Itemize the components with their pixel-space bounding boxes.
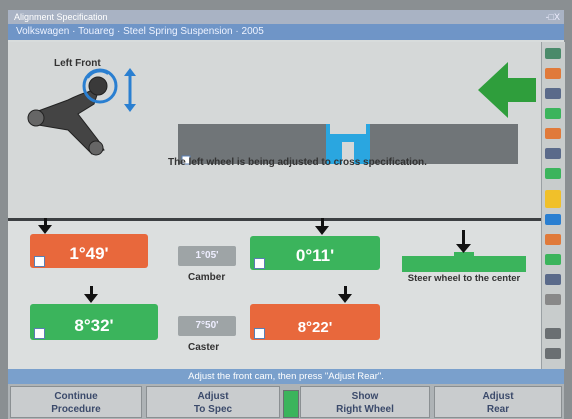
direction-arrow-icon	[478, 62, 536, 118]
edit-icon[interactable]	[34, 328, 45, 339]
button-label: Procedure	[51, 404, 101, 415]
tool-icon[interactable]	[545, 254, 561, 265]
tool-icon[interactable]	[545, 68, 561, 79]
right-toolbar	[541, 42, 565, 369]
scroll-indicator[interactable]	[283, 390, 299, 418]
tool-icon[interactable]	[545, 328, 561, 339]
camber-left-value: 1°49'	[69, 244, 109, 263]
edit-icon[interactable]	[254, 328, 265, 339]
status-bar: Adjust the front cam, then press "Adjust…	[8, 369, 564, 384]
adjust-rear-button[interactable]: Adjust Rear	[434, 386, 562, 418]
tool-icon[interactable]	[545, 214, 561, 225]
tool-icon[interactable]	[545, 348, 561, 359]
edit-icon[interactable]	[34, 256, 45, 267]
window-title: Alignment Specification	[14, 12, 108, 22]
caster-left-gauge: 8°32'	[30, 304, 158, 340]
camber-right-gauge: 0°11'	[250, 236, 380, 270]
window-controls[interactable]: -□X	[546, 10, 560, 24]
button-label: Adjust	[197, 391, 229, 402]
tool-icon[interactable]	[545, 234, 561, 245]
app-window: Alignment Specification -□X Volkswagen ·…	[8, 10, 565, 419]
wheel-label: Left Front	[54, 58, 101, 69]
tool-icon[interactable]	[545, 168, 561, 179]
breadcrumb: Volkswagen · Touareg · Steel Spring Susp…	[8, 24, 564, 40]
button-label: Adjust	[482, 391, 514, 402]
button-label: Rear	[486, 404, 510, 415]
pointer-arrow-icon	[315, 226, 329, 235]
caster-spec-value: 7°50'	[178, 316, 236, 336]
tool-icon[interactable]	[545, 48, 561, 59]
adjust-to-spec-button[interactable]: Adjust To Spec	[146, 386, 280, 418]
camber-label: Camber	[188, 272, 226, 283]
tool-icon[interactable]	[545, 128, 561, 139]
button-label: Continue	[54, 391, 98, 402]
tool-icon[interactable]	[545, 88, 561, 99]
pointer-arrow-icon	[84, 294, 98, 303]
button-row: Continue Procedure Adjust To Spec Show R…	[8, 384, 564, 419]
button-label: To Spec	[193, 404, 233, 415]
breadcrumb-text: Volkswagen · Touareg · Steel Spring Susp…	[16, 26, 264, 37]
edit-icon[interactable]	[254, 258, 265, 269]
camber-right-value: 0°11'	[295, 246, 335, 265]
show-right-wheel-button[interactable]: Show Right Wheel	[300, 386, 430, 418]
camber-spec-value: 1°05'	[178, 246, 236, 266]
pointer-arrow-icon	[38, 225, 52, 234]
title-bar: Alignment Specification -□X	[8, 10, 564, 24]
caster-label: Caster	[188, 342, 220, 353]
pointer-arrow-icon	[338, 294, 352, 303]
tool-icon[interactable]	[545, 274, 561, 285]
active-tool-icon[interactable]	[545, 190, 561, 208]
caster-right-gauge: 8°22'	[250, 304, 380, 340]
steer-message: Steer wheel to the center	[407, 273, 521, 284]
button-label: Right Wheel	[336, 404, 394, 415]
control-arm-icon	[27, 68, 118, 156]
caster-left-value: 8°32'	[74, 316, 114, 335]
adjust-arrows-icon	[124, 68, 136, 112]
continue-procedure-button[interactable]: Continue Procedure	[10, 386, 142, 418]
tool-icon[interactable]	[545, 294, 561, 305]
camber-left-gauge: 1°49'	[30, 234, 148, 268]
caster-right-value: 8°22'	[297, 319, 333, 336]
status-message: The left wheel is being adjusted to cros…	[168, 157, 427, 168]
button-label: Show	[351, 391, 379, 402]
steer-indicator	[402, 230, 526, 272]
tool-icon[interactable]	[545, 148, 561, 159]
tool-icon[interactable]	[545, 108, 561, 119]
